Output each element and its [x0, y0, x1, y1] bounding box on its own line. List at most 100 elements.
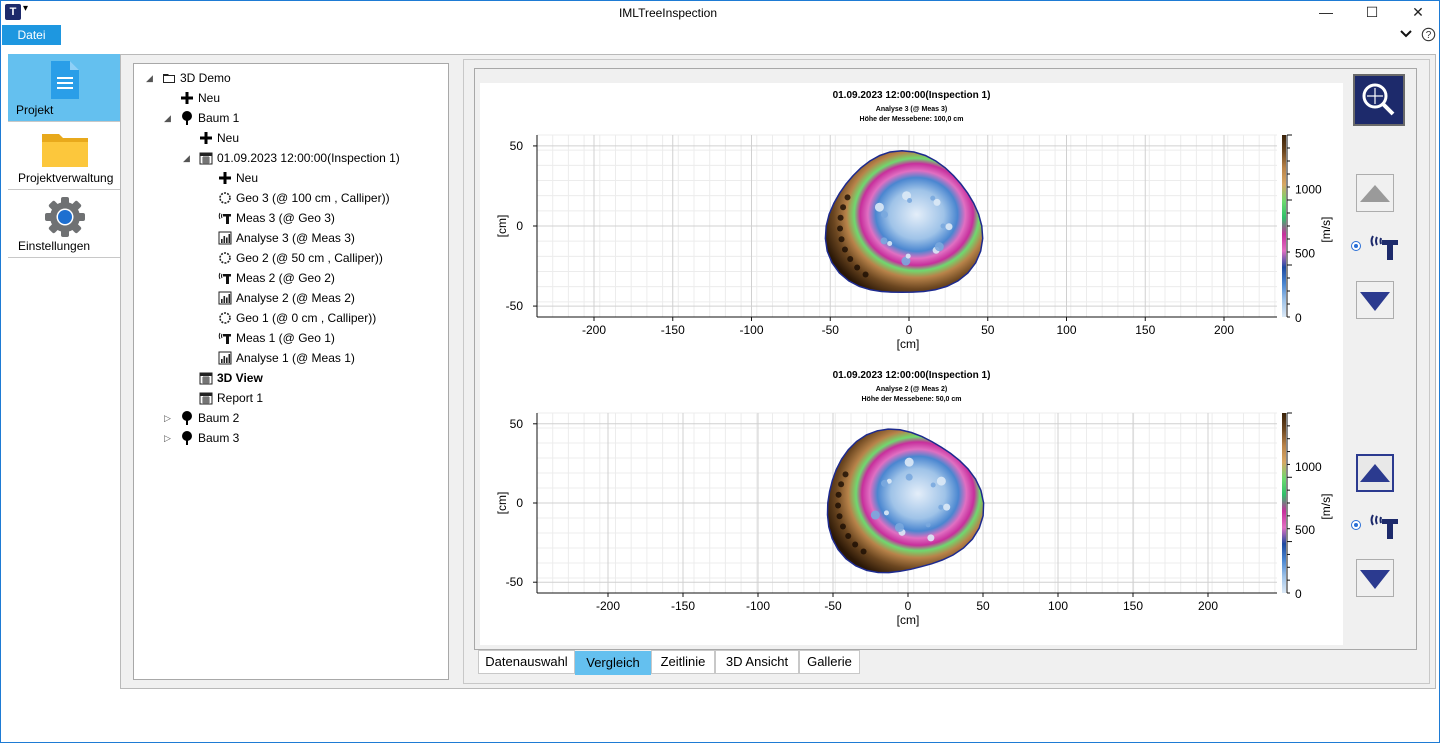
gear-icon: [45, 197, 85, 237]
tree-item-label: Geo 1 (@ 0 cm , Calliper)): [236, 311, 377, 325]
tomogram-plot-1[interactable]: -200 -150 -100 -50 0 50 100 150 200500-50[cm][cm…: [480, 129, 1343, 367]
document-icon: [51, 61, 79, 99]
level-down-button-2[interactable]: [1356, 559, 1394, 597]
velocity-spot: [905, 473, 913, 481]
x-tick-label: -150: [671, 599, 695, 613]
velocity-spot: [933, 198, 941, 206]
tab-gallerie[interactable]: Gallerie: [799, 650, 860, 674]
close-icon[interactable]: ✕: [1395, 1, 1440, 25]
maximize-icon[interactable]: ☐: [1349, 1, 1395, 25]
meas-icon: [1370, 514, 1398, 539]
level-up-button-2[interactable]: [1356, 454, 1394, 492]
nav-projekt[interactable]: Projekt: [8, 54, 121, 122]
menu-datei[interactable]: Datei: [2, 25, 61, 45]
tree-item[interactable]: Neu: [218, 168, 258, 188]
nav-einstellungen[interactable]: Einstellungen: [8, 190, 121, 258]
velocity-spot: [945, 223, 953, 231]
collapse-arrow-icon[interactable]: ◢: [183, 148, 195, 168]
tree-item[interactable]: Geo 3 (@ 100 cm , Calliper)): [218, 188, 390, 208]
tab-vergleich[interactable]: Vergleich: [575, 651, 651, 675]
decay-spot: [837, 214, 844, 221]
velocity-spot: [894, 522, 904, 532]
triangle-down-icon: [1360, 570, 1390, 589]
velocity-spot: [927, 534, 935, 542]
x-tick-label: 50: [976, 599, 990, 613]
tree-item[interactable]: Analyse 1 (@ Meas 1): [218, 348, 355, 368]
minimize-icon[interactable]: —: [1303, 1, 1349, 25]
tree-item[interactable]: ▷ Baum 2: [164, 408, 239, 428]
tree-item[interactable]: Meas 2 (@ Geo 2): [218, 268, 335, 288]
panel-splitter[interactable]: [454, 59, 458, 684]
tree-icon: [182, 110, 192, 125]
nav-projektverwaltung[interactable]: Projektverwaltung: [8, 122, 121, 190]
expand-arrow-icon[interactable]: ▷: [164, 428, 176, 448]
velocity-spot: [870, 510, 880, 520]
x-tick-label: 150: [1135, 323, 1155, 337]
velocity-spot: [874, 202, 884, 212]
x-tick-label: -200: [582, 323, 606, 337]
tree-item[interactable]: Analyse 2 (@ Meas 2): [218, 288, 355, 308]
tab-zeitlinie[interactable]: Zeitlinie: [651, 650, 715, 674]
decay-spot: [844, 194, 851, 201]
tree-item[interactable]: ◢ Baum 1: [164, 108, 239, 128]
tree-item-label: 3D Demo: [180, 71, 231, 85]
color-scale-tick: 0: [1295, 587, 1302, 601]
select-chart-1-radio[interactable]: [1351, 241, 1361, 251]
tree-item[interactable]: ◢ 01.09.2023 12:00:00(Inspection 1): [183, 148, 400, 168]
tree-item-label: Meas 2 (@ Geo 2): [236, 271, 335, 285]
tree-item-label: 3D View: [217, 371, 263, 385]
meas-icon: [218, 212, 231, 224]
window-title: IMLTreeInspection: [618, 6, 718, 20]
y-axis-label: [cm]: [495, 492, 509, 515]
tree-item[interactable]: Neu: [199, 128, 239, 148]
menu-bar: Datei ?: [1, 25, 1439, 45]
color-scale-bar: [1282, 413, 1286, 593]
tree-item[interactable]: Geo 1 (@ 0 cm , Calliper)): [218, 308, 376, 328]
y-tick-label: 50: [510, 139, 524, 153]
tree-item[interactable]: Meas 1 (@ Geo 1): [218, 328, 335, 348]
decay-spot: [841, 246, 848, 253]
velocity-spot: [883, 510, 889, 516]
decay-spot: [836, 513, 843, 520]
collapse-arrow-icon[interactable]: ◢: [164, 108, 176, 128]
tree-item[interactable]: 3D View: [199, 368, 263, 388]
level-up-button-1[interactable]: [1356, 174, 1394, 212]
expand-arrow-icon[interactable]: ▷: [164, 408, 176, 428]
x-axis-label: [cm]: [897, 337, 920, 351]
project-tree: ◢ 3D Demo Neu ◢ Baum 1 Neu ◢ 01.09.2023 12:00:0…: [133, 63, 449, 680]
y-tick-label: -50: [506, 575, 524, 589]
tree-item-label: 01.09.2023 12:00:00(Inspection 1): [217, 151, 400, 165]
level-down-button-1[interactable]: [1356, 281, 1394, 319]
chart-title: 01.09.2023 12:00:00(Inspection 1): [832, 370, 991, 381]
tree-item[interactable]: ▷ Baum 3: [164, 428, 240, 448]
velocity-spot: [936, 476, 946, 486]
tab-datenauswahl[interactable]: Datenauswahl: [478, 650, 575, 674]
collapse-arrow-icon[interactable]: ◢: [146, 68, 158, 88]
geo-icon: [219, 312, 231, 324]
zoom-button[interactable]: [1353, 74, 1405, 126]
help-icon[interactable]: ?: [1421, 27, 1436, 45]
tomogram-shape: [826, 428, 985, 574]
tree-item[interactable]: Geo 2 (@ 50 cm , Calliper)): [218, 248, 383, 268]
tree-item[interactable]: Neu: [180, 88, 220, 108]
color-scale-tick: 0: [1295, 311, 1302, 325]
tree-item[interactable]: Report 1: [199, 388, 263, 408]
chart-subtitle: Analyse 2 (@ Meas 2): [875, 386, 948, 393]
svg-text:?: ?: [1426, 30, 1432, 41]
x-tick-label: -200: [596, 599, 620, 613]
tab-3d-ansicht[interactable]: 3D Ansicht: [715, 650, 799, 674]
velocity-spot: [934, 242, 944, 252]
velocity-spot: [943, 503, 951, 511]
collapse-ribbon-icon[interactable]: [1399, 27, 1413, 44]
tree-item[interactable]: Analyse 3 (@ Meas 3): [218, 228, 355, 248]
velocity-spot: [905, 253, 911, 259]
tree-item[interactable]: ◢ 3D Demo: [146, 68, 231, 88]
tomogram-plot-2[interactable]: -200 -150 -100 -50 0 50 100 150 200500-50[cm][cm…: [480, 407, 1343, 643]
tree-item-label: Meas 3 (@ Geo 3): [236, 211, 335, 225]
triangle-down-icon: [1360, 292, 1390, 311]
nav-label-einstellungen: Einstellungen: [18, 239, 91, 253]
select-chart-2-radio[interactable]: [1351, 520, 1361, 530]
left-navigation: Projekt Projektverwaltung Einstellungen: [8, 54, 121, 260]
tree-item-label: Baum 3: [198, 431, 240, 445]
tree-item[interactable]: Meas 3 (@ Geo 3): [218, 208, 335, 228]
